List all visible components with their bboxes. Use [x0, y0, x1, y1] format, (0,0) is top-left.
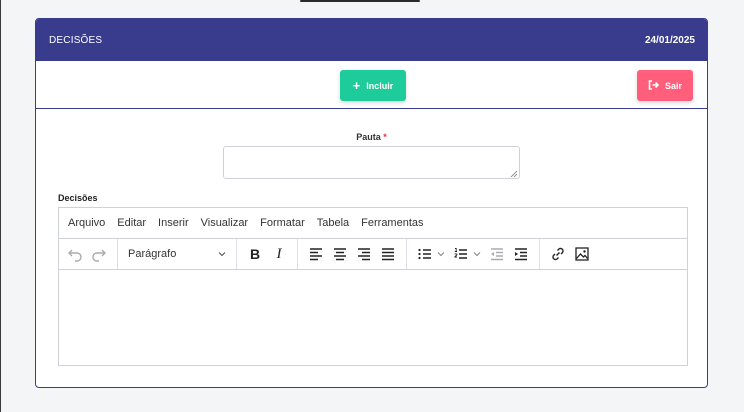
text-style-group: B I [237, 239, 298, 269]
menu-visualizar[interactable]: Visualizar [201, 217, 249, 229]
numbered-list-chevron-icon[interactable] [473, 250, 481, 258]
outdent-icon[interactable] [485, 242, 509, 266]
sair-label: Sair [664, 80, 682, 91]
editor-menubar: Arquivo Editar Inserir Visualizar Format… [59, 208, 687, 239]
decisoes-panel: DECISÕES 24/01/2025 + Incluir Sair Pauta… [35, 18, 708, 388]
panel-title: DECISÕES [49, 34, 103, 46]
alignment-group [298, 239, 407, 269]
numbered-list-icon[interactable] [449, 242, 473, 266]
incluir-label: Incluir [366, 80, 394, 91]
insert-group [540, 239, 600, 269]
decisoes-label: Decisões [58, 193, 98, 203]
block-format-group: Parágrafo [118, 239, 237, 269]
block-format-value: Parágrafo [128, 248, 177, 260]
incluir-button[interactable]: + Incluir [340, 70, 406, 101]
align-left-icon[interactable] [304, 242, 328, 266]
plus-icon: + [352, 78, 361, 93]
editor-toolbar: Parágrafo B I [59, 239, 687, 270]
indent-icon[interactable] [509, 242, 533, 266]
panel-header: DECISÕES 24/01/2025 [36, 19, 707, 61]
list-group [407, 239, 540, 269]
resize-grip-icon[interactable] [510, 171, 518, 177]
bullet-list-icon[interactable] [413, 242, 437, 266]
menu-editar[interactable]: Editar [117, 217, 146, 229]
pauta-label: Pauta * [36, 132, 707, 142]
top-edge-line [300, 0, 420, 2]
undo-icon[interactable] [63, 242, 87, 266]
decisao-form: Pauta * Decisões Arquivo Editar Inserir … [36, 109, 707, 387]
rich-text-editor: Arquivo Editar Inserir Visualizar Format… [58, 207, 688, 366]
menu-arquivo[interactable]: Arquivo [68, 217, 105, 229]
sair-button[interactable]: Sair [637, 70, 693, 101]
align-justify-icon[interactable] [376, 242, 400, 266]
pauta-field[interactable] [223, 146, 520, 179]
menu-formatar[interactable]: Formatar [260, 217, 305, 229]
panel-date: 24/01/2025 [644, 34, 695, 46]
menu-ferramentas[interactable]: Ferramentas [361, 217, 423, 229]
required-mark: * [383, 132, 387, 142]
bullet-list-chevron-icon[interactable] [437, 250, 445, 258]
bold-icon[interactable]: B [243, 242, 267, 266]
menu-tabela[interactable]: Tabela [317, 217, 349, 229]
align-right-icon[interactable] [352, 242, 376, 266]
history-group [59, 239, 118, 269]
image-icon[interactable] [570, 242, 594, 266]
align-center-icon[interactable] [328, 242, 352, 266]
block-format-select[interactable]: Parágrafo [124, 248, 230, 260]
pauta-label-text: Pauta [356, 132, 381, 142]
link-icon[interactable] [546, 242, 570, 266]
redo-icon[interactable] [87, 242, 111, 266]
window-edge [0, 0, 1, 412]
editor-content-area[interactable] [59, 270, 687, 365]
actions-bar: + Incluir Sair [36, 61, 707, 109]
italic-icon[interactable]: I [267, 242, 291, 266]
menu-inserir[interactable]: Inserir [158, 217, 189, 229]
sign-out-icon [648, 79, 660, 92]
chevron-down-icon [218, 252, 226, 257]
